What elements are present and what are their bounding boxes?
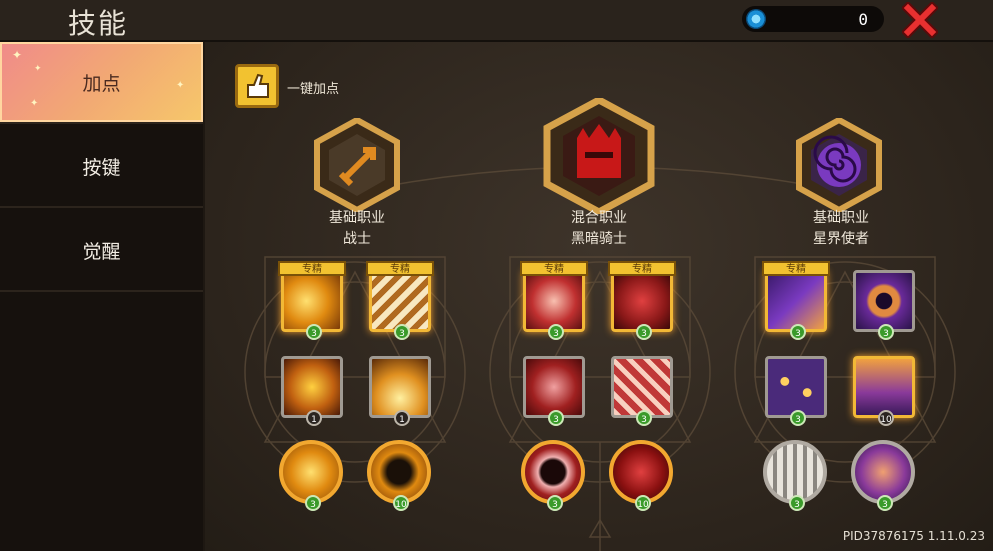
- class-type: 基础职业: [329, 210, 385, 226]
- class-name: 星界使者: [813, 231, 869, 247]
- sparkle-icon: ✦: [176, 80, 185, 91]
- skill-slot[interactable]: 1: [369, 356, 431, 426]
- one-key-button[interactable]: [235, 64, 279, 108]
- skill-level-badge: 1: [306, 410, 322, 426]
- class-name: 战士: [343, 231, 371, 247]
- skill-level-badge: 3: [636, 410, 652, 426]
- skill-level-badge: 3: [790, 324, 806, 340]
- skill-level-badge: 3: [790, 410, 806, 426]
- orb-level-badge: 3: [789, 495, 805, 511]
- awaken-orb[interactable]: 3: [851, 440, 915, 511]
- skill-level-badge: 3: [548, 324, 564, 340]
- skill-slot[interactable]: 3: [765, 356, 827, 426]
- tab-add-points[interactable]: ✦ ✦ ✦ ✦ 加点: [0, 42, 203, 124]
- skill-level-badge: 3: [878, 324, 894, 340]
- sword-icon[interactable]: [313, 118, 401, 212]
- awaken-orb[interactable]: 3: [763, 440, 827, 511]
- orb-level-badge: 3: [547, 495, 563, 511]
- skill-slot[interactable]: 专精 3: [762, 261, 830, 340]
- thumbs-up-icon: [247, 73, 269, 98]
- specialty-badge: 专精: [520, 261, 588, 276]
- skill-slot[interactable]: 3: [853, 270, 915, 340]
- class-name: 黑暗骑士: [571, 231, 627, 247]
- sparkle-icon: ✦: [30, 98, 39, 109]
- skill-level-badge: 1: [394, 410, 410, 426]
- skill-level-badge: 3: [548, 410, 564, 426]
- specialty-badge: 专精: [366, 261, 434, 276]
- specialty-badge: 专精: [278, 261, 346, 276]
- skill-level-badge: 3: [394, 324, 410, 340]
- class-type: 混合职业: [571, 210, 627, 226]
- skill-slot[interactable]: 专精 3: [608, 261, 676, 340]
- orb-level-badge: 10: [393, 495, 409, 511]
- awaken-orb[interactable]: 3: [279, 440, 343, 511]
- specialty-badge: 专精: [762, 261, 830, 276]
- skill-slot[interactable]: 专精 3: [520, 261, 588, 340]
- one-key-label: 一键加点: [287, 82, 340, 97]
- close-icon[interactable]: [902, 2, 938, 38]
- specialty-badge: 专精: [608, 261, 676, 276]
- skill-slot[interactable]: 3: [611, 356, 673, 426]
- awaken-orb[interactable]: 10: [367, 440, 431, 511]
- currency-display: 0: [742, 6, 884, 32]
- awaken-orb[interactable]: 10: [609, 440, 673, 511]
- tab-keys[interactable]: 按键: [0, 126, 203, 208]
- class-label-astral: 基础职业 星界使者: [771, 208, 911, 250]
- currency-amount: 0: [858, 10, 868, 29]
- gem-icon: [746, 9, 766, 29]
- skill-slot[interactable]: 10: [853, 356, 915, 426]
- orb-level-badge: 3: [305, 495, 321, 511]
- skill-level-badge: 3: [636, 324, 652, 340]
- page-title: 技能: [68, 7, 129, 40]
- tab-label: 觉醒: [82, 240, 121, 263]
- spiral-icon[interactable]: [795, 118, 883, 212]
- top-bar: 技能 0: [0, 0, 993, 42]
- skill-slot[interactable]: 专精 3: [278, 261, 346, 340]
- sidebar: ✦ ✦ ✦ ✦ 加点 按键 觉醒: [0, 42, 203, 551]
- skill-level-badge: 3: [306, 324, 322, 340]
- skill-panel: 一键加点 基础职业 战士 混合职业 黑暗骑士 基础职业 星界使者 专精 3 专精…: [205, 42, 993, 551]
- tab-label: 按键: [82, 156, 121, 179]
- build-id: PID37876175 1.11.0.23: [842, 529, 985, 543]
- tab-awaken[interactable]: 觉醒: [0, 210, 203, 292]
- orb-level-badge: 3: [877, 495, 893, 511]
- sparkle-icon: ✦: [34, 64, 42, 74]
- class-label-warrior: 基础职业 战士: [287, 208, 427, 250]
- sparkle-icon: ✦: [12, 48, 23, 62]
- tab-label: 加点: [82, 72, 121, 95]
- skill-slot[interactable]: 3: [523, 356, 585, 426]
- class-label-dark-knight: 混合职业 黑暗骑士: [529, 208, 669, 250]
- class-type: 基础职业: [813, 210, 869, 226]
- skill-slot[interactable]: 专精 3: [366, 261, 434, 340]
- skill-slot[interactable]: 1: [281, 356, 343, 426]
- dark-helmet-icon[interactable]: [543, 98, 655, 214]
- skill-level-badge: 10: [878, 410, 894, 426]
- awaken-orb[interactable]: 3: [521, 440, 585, 511]
- orb-level-badge: 10: [635, 495, 651, 511]
